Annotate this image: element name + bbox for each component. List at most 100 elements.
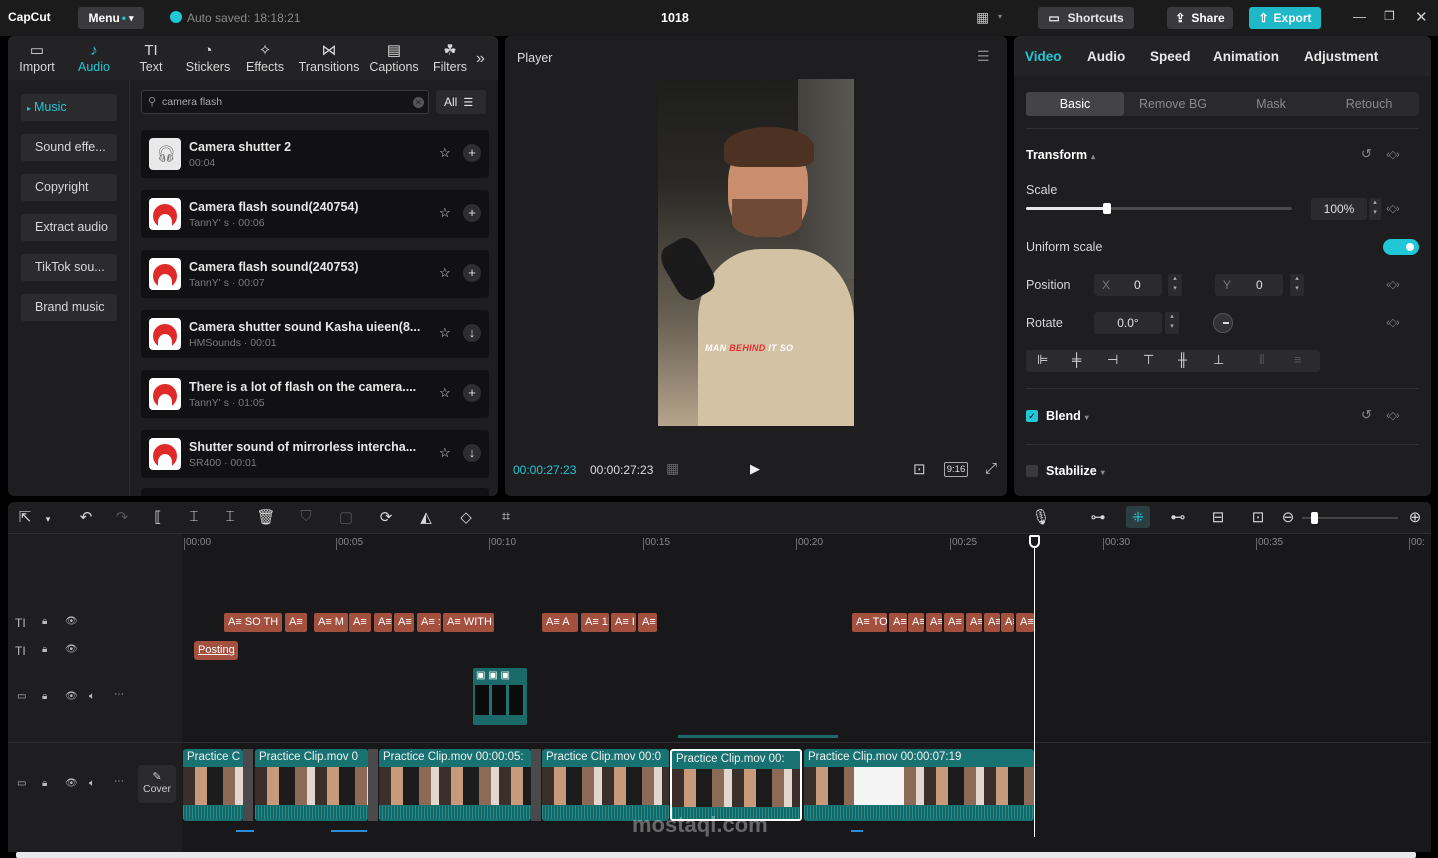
uniform-scale-toggle[interactable] [1383, 239, 1419, 255]
keyframe-icon[interactable]: ‹◇› [1386, 409, 1400, 422]
text-clip[interactable]: A≡ [638, 613, 657, 632]
rotate-dial[interactable] [1213, 313, 1233, 333]
preview-axis-icon[interactable]: ⊟ [1208, 508, 1228, 526]
add-icon[interactable]: + [463, 264, 481, 282]
timecode-grid-icon[interactable]: ▦ [666, 460, 679, 477]
category-extract-audio[interactable]: Extract audio [21, 214, 117, 241]
download-icon[interactable]: ↓ [463, 444, 481, 462]
text-clip[interactable]: A≡ [349, 613, 371, 632]
transition-marker[interactable] [531, 749, 541, 821]
subtab-mask[interactable]: Mask [1222, 92, 1320, 116]
zoom-in-icon[interactable]: ⊕ [1405, 508, 1425, 526]
text-clip[interactable]: A≡ [374, 613, 392, 632]
text-clip[interactable]: A≡ SO TH [224, 613, 282, 632]
magnet-snap-icon[interactable]: ⁜ [1126, 506, 1150, 528]
category-tiktok-sounds[interactable]: TikTok sou... [21, 254, 117, 281]
rotate-icon[interactable]: ◇ [456, 508, 476, 526]
sound-item[interactable]: Shutter sound of mirrorless intercha... … [141, 430, 489, 478]
favorite-icon[interactable]: ☆ [439, 385, 451, 401]
lock-icon[interactable]: 🔒︎ [42, 778, 47, 789]
chevron-down-icon[interactable]: ▾ [38, 514, 58, 525]
keyframe-icon[interactable]: ‹◇› [1386, 148, 1400, 161]
stabilize-checkbox[interactable] [1026, 465, 1038, 477]
position-y-input[interactable]: Y0 [1215, 274, 1283, 296]
lock-icon[interactable]: 🔒︎ [42, 644, 47, 655]
more-icon[interactable]: ⋯ [114, 776, 124, 787]
eye-icon[interactable]: 👁︎ [65, 644, 78, 655]
speaker-icon[interactable]: 🔈︎ [89, 778, 95, 789]
subtab-basic[interactable]: Basic [1026, 92, 1124, 116]
text-clip[interactable]: A≡ [944, 613, 964, 632]
category-sound-effects[interactable]: Sound effe... [21, 134, 117, 161]
tool-stickers[interactable]: ◔ Stickers [180, 36, 236, 80]
tool-audio[interactable]: ♪ Audio [66, 36, 122, 80]
stabilize-heading[interactable]: Stabilize ▾ [1046, 464, 1105, 478]
text-clip[interactable]: A≡ [984, 613, 1000, 632]
split-left-icon[interactable]: ⌶ [184, 508, 204, 525]
zoom-out-icon[interactable]: ⊖ [1278, 508, 1298, 526]
text-clip[interactable]: A≡ TO [852, 613, 887, 632]
favorite-icon[interactable]: ☆ [439, 325, 451, 341]
text-clip[interactable]: A≡ M [314, 613, 348, 632]
fullscreen-icon[interactable]: ⤢ [985, 460, 997, 477]
clear-search-icon[interactable]: ✕ [413, 97, 424, 108]
sound-item[interactable]: Camera flash sound(240754) TannY' s · 00… [141, 190, 489, 238]
transform-heading[interactable]: Transform ▴ [1026, 148, 1095, 162]
link-icon[interactable]: ⊷ [1168, 508, 1188, 526]
tool-import[interactable]: ▭ Import [9, 36, 65, 80]
transition-marker[interactable] [243, 749, 253, 821]
delete-icon[interactable]: 🗑︎ [256, 508, 276, 526]
y-stepper[interactable]: ▴ ▾ [1290, 274, 1304, 296]
sound-item[interactable]: Camera flash sound(240753) TannY' s · 00… [141, 250, 489, 298]
tool-transitions[interactable]: ⋈ Transitions [294, 36, 364, 80]
keyframe-icon[interactable]: ‹◇› [1386, 316, 1400, 329]
text-clip[interactable]: A≡ [285, 613, 307, 632]
subtab-retouch[interactable]: Retouch [1320, 92, 1418, 116]
position-x-input[interactable]: X0 [1094, 274, 1162, 296]
scale-stepper[interactable]: ▴ ▾ [1369, 198, 1381, 220]
text-clip[interactable]: A≡ [908, 613, 924, 632]
tab-video[interactable]: Video [1025, 49, 1062, 64]
eye-icon[interactable]: 👁︎ [65, 616, 78, 627]
align-center-h-icon[interactable]: ╪ [1072, 352, 1081, 367]
more-icon[interactable]: ⋯ [114, 689, 124, 700]
text-clip[interactable]: A≡ A [542, 613, 578, 632]
text-clip[interactable]: A≡ [1016, 613, 1034, 632]
tab-audio[interactable]: Audio [1087, 49, 1125, 64]
category-copyright[interactable]: Copyright [21, 174, 117, 201]
crop-icon[interactable]: ⌗ [496, 508, 516, 525]
keyframe-icon[interactable]: ‹◇› [1386, 278, 1400, 291]
scale-slider[interactable] [1026, 203, 1292, 214]
playhead-handle[interactable] [1029, 535, 1040, 548]
video-clip[interactable]: Practice Clip.mov 00:0 [542, 749, 669, 821]
minimize-icon[interactable]: — [1353, 9, 1366, 24]
text-clip[interactable]: A≡ [926, 613, 942, 632]
favorite-icon[interactable]: ☆ [439, 265, 451, 281]
menu-button[interactable]: Menu • ▾ [78, 7, 144, 29]
mirror-icon[interactable]: ◭ [416, 508, 436, 526]
export-button[interactable]: ⇧ Export [1249, 7, 1321, 29]
text-clip[interactable]: A≡ [1001, 613, 1014, 632]
sound-item[interactable]: 🎧︎ Camera shutter 2 00:04 ☆ + [141, 130, 489, 178]
favorite-icon[interactable]: ☆ [439, 145, 451, 161]
text-clip[interactable]: A≡ [394, 613, 414, 632]
horizontal-scrollbar[interactable] [16, 852, 1416, 858]
category-music[interactable]: ▸ Music [21, 94, 117, 121]
x-stepper[interactable]: ▴ ▾ [1168, 274, 1182, 296]
blend-checkbox[interactable]: ✓ [1026, 410, 1038, 422]
caption-preview-icon[interactable]: ⊡ [1248, 508, 1268, 526]
text-clip[interactable]: A≡ I [611, 613, 636, 632]
project-name[interactable]: 1018 [661, 11, 689, 25]
shortcuts-button[interactable]: ▭ Shortcuts [1038, 7, 1134, 29]
keyframe-icon[interactable]: ‹◇› [1386, 202, 1400, 215]
favorite-icon[interactable]: ☆ [439, 205, 451, 221]
tool-text[interactable]: TI Text [123, 36, 179, 80]
lock-icon[interactable]: 🔒︎ [42, 691, 47, 702]
sound-item[interactable]: There is a lot of flash on the camera...… [141, 370, 489, 418]
fit-view-icon[interactable]: ⊡ [913, 460, 926, 478]
eye-icon[interactable]: 👁︎ [65, 778, 78, 789]
align-top-icon[interactable]: ⊤ [1143, 352, 1154, 368]
scale-input[interactable]: 100% [1311, 198, 1367, 220]
align-left-icon[interactable]: ⊫ [1037, 352, 1048, 368]
filter-dropdown[interactable]: All ☰ [436, 90, 486, 114]
